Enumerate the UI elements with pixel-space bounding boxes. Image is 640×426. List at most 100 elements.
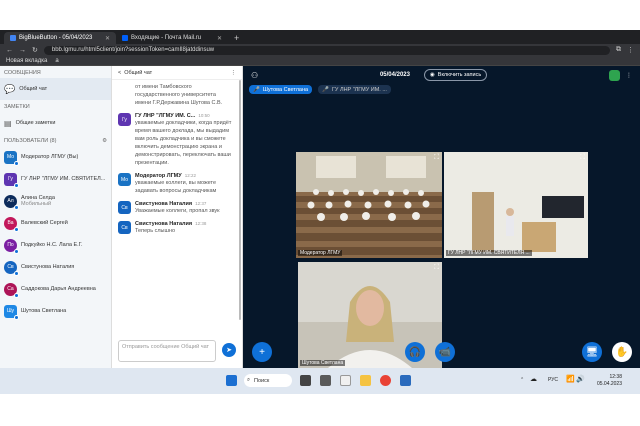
message-text: Уважаемые коллеги, пропал звук bbox=[135, 208, 220, 214]
windows-start-icon[interactable] bbox=[226, 375, 237, 386]
folder-icon[interactable] bbox=[360, 375, 371, 386]
send-button[interactable]: ➤ bbox=[222, 343, 236, 357]
browser-window: BigBlueButton - 05/04/2023 ✕ Входящие - … bbox=[0, 30, 640, 368]
shared-notes-item[interactable]: ▤ Общие заметки bbox=[0, 112, 111, 134]
status-dot-icon bbox=[14, 182, 19, 188]
bookmarks-bar: Новая вкладка a bbox=[0, 56, 640, 66]
app-icon[interactable] bbox=[400, 375, 411, 386]
new-tab-button[interactable]: + bbox=[228, 32, 245, 44]
video-label: ГУ ЛНР "ЛГМУ ИМ. СВЯТИТЕЛЯ ... bbox=[446, 250, 532, 256]
message-text: уважаемые коллеги, вы можете задавать во… bbox=[135, 180, 217, 194]
file-icon[interactable] bbox=[340, 375, 351, 386]
chat-messages: от имени Тамбовского государственного ун… bbox=[112, 80, 238, 336]
wifi-icon[interactable]: 📶 bbox=[566, 375, 575, 383]
talking-chip[interactable]: 🎤 Шутова Светлана bbox=[249, 85, 313, 94]
options-menu-icon[interactable]: ⋮ bbox=[626, 72, 632, 79]
public-chat-item[interactable]: 💬 Общий чат bbox=[0, 78, 111, 100]
user-name: Саддокова Дарья Андреевна bbox=[21, 286, 96, 292]
avatar: Гу bbox=[4, 172, 19, 188]
language-indicator[interactable]: РУС bbox=[548, 377, 558, 383]
microphone-icon: 🎤 bbox=[253, 86, 260, 93]
user-list-toggle-icon[interactable]: ⚇ bbox=[251, 71, 258, 80]
user-list-item[interactable]: Ал Алина Селда Мобильный bbox=[0, 190, 111, 212]
lecture-hall-image bbox=[296, 152, 442, 258]
avatar: Св bbox=[4, 260, 19, 276]
fullscreen-icon[interactable]: ⛶ bbox=[434, 264, 439, 272]
screen-share-button[interactable]: 🖥 bbox=[582, 342, 602, 362]
actions-plus-button[interactable]: + bbox=[252, 342, 272, 362]
chat-bubble-icon: 💬 bbox=[4, 83, 16, 94]
chevron-left-icon[interactable]: < bbox=[118, 70, 121, 76]
avatar: Шу bbox=[4, 304, 19, 320]
chat-message-continuation: от имени Тамбовского государственного ун… bbox=[112, 80, 238, 110]
talking-chip[interactable]: 🎤 ГУ ЛНР "ЛГМУ ИМ. ... bbox=[318, 85, 391, 94]
record-label: Включить запись bbox=[437, 72, 482, 78]
user-list-item[interactable]: Ва Валевский Сергей bbox=[0, 212, 111, 234]
tab-bar: BigBlueButton - 05/04/2023 ✕ Входящие - … bbox=[0, 30, 640, 44]
fullscreen-icon[interactable]: ⛶ bbox=[434, 154, 439, 162]
close-icon[interactable]: ✕ bbox=[217, 35, 222, 42]
video-tile-university[interactable]: ⛶ ГУ ЛНР "ЛГМУ ИМ. СВЯТИТЕЛЯ ... bbox=[444, 152, 588, 258]
chat-panel: < Общий чат ⋮ от имени Тамбовского госуд… bbox=[112, 66, 243, 368]
cloud-icon[interactable]: ☁ bbox=[530, 375, 537, 383]
user-list-item[interactable]: Са Саддокова Дарья Андреевна bbox=[0, 278, 111, 300]
chat-title: Общий чат bbox=[124, 69, 153, 76]
volume-icon[interactable]: 🔊 bbox=[576, 375, 585, 383]
record-button[interactable]: ◉ Включить запись bbox=[423, 69, 488, 81]
message-text: Теперь слышно bbox=[135, 228, 176, 234]
user-subtitle: Мобильный bbox=[21, 201, 52, 207]
taskbar-search[interactable]: ⌕ Поиск bbox=[244, 374, 292, 387]
chrome-icon[interactable] bbox=[380, 375, 391, 386]
chat-scrollbar[interactable] bbox=[239, 80, 241, 320]
user-name-block: Свистунова Наталия bbox=[21, 264, 74, 270]
clock-date: 05.04.2023 bbox=[596, 381, 622, 387]
bookmark-a[interactable]: a bbox=[55, 58, 58, 64]
chat-menu-icon[interactable]: ⋮ bbox=[231, 70, 237, 76]
tab-bigbluebutton[interactable]: BigBlueButton - 05/04/2023 ✕ bbox=[4, 32, 116, 44]
widgets-icon[interactable] bbox=[320, 375, 331, 386]
notes-section-title: ЗАМЕТКИ bbox=[4, 104, 30, 110]
windows-taskbar: ⌕ Поиск ⌃ ☁ РУС 📶 🔊 12:38 05.04.2023 bbox=[0, 368, 640, 394]
users-count-label: ПОЛЬЗОВАТЕЛИ (8) bbox=[4, 138, 57, 144]
tab-title: BigBlueButton - 05/04/2023 bbox=[19, 35, 93, 41]
video-tile-moderator[interactable]: ⛶ Модератор ЛГМУ bbox=[296, 152, 442, 258]
chat-message: Св Свистунова Наталия 12:38 Теперь слышно bbox=[112, 218, 238, 238]
extensions-icon[interactable]: ⧉ bbox=[616, 46, 621, 54]
tray-arrow-icon[interactable]: ⌃ bbox=[520, 377, 524, 383]
forward-icon[interactable]: → bbox=[19, 47, 26, 54]
user-list-item[interactable]: По Подкуйко Н.С. Лала Е.Г. bbox=[0, 234, 111, 256]
avatar: Св bbox=[118, 221, 131, 234]
user-name: ГУ ЛНР "ЛГМУ ИМ. СВЯТИТЕЛ... bbox=[21, 176, 106, 182]
connection-status-icon[interactable] bbox=[609, 69, 620, 81]
user-list-item[interactable]: Мо Модератор ЛГМУ (Вы) bbox=[0, 146, 111, 168]
user-list-panel: СООБЩЕНИЯ 💬 Общий чат ЗАМЕТКИ ▤ Общие за… bbox=[0, 66, 112, 368]
chat-input[interactable]: Отправить сообщение Общий чат bbox=[118, 340, 216, 362]
user-list-item[interactable]: Гу ГУ ЛНР "ЛГМУ ИМ. СВЯТИТЕЛ... bbox=[0, 168, 111, 190]
raise-hand-button[interactable]: ✋ bbox=[612, 342, 632, 362]
avatar: Мо bbox=[118, 173, 131, 186]
tab-mail[interactable]: Входящие - Почта Mail.ru ✕ bbox=[116, 32, 228, 44]
headphones-button[interactable]: 🎧 bbox=[405, 342, 425, 362]
clock[interactable]: 12:38 05.04.2023 bbox=[597, 374, 622, 388]
menu-icon[interactable]: ⋮ bbox=[627, 46, 634, 54]
bbb-favicon-icon bbox=[10, 35, 16, 41]
url-field[interactable]: bbb.lgmu.ru/html5client/join?sessionToke… bbox=[43, 45, 610, 55]
back-icon[interactable]: ← bbox=[6, 47, 13, 54]
message-time: 12:22 bbox=[184, 173, 196, 178]
user-list-item[interactable]: Св Свистунова Наталия bbox=[0, 256, 111, 278]
reload-icon[interactable]: ↻ bbox=[32, 46, 38, 54]
task-view-icon[interactable] bbox=[300, 375, 311, 386]
user-name: Валевский Сергей bbox=[21, 220, 68, 226]
user-list-item[interactable]: Шу Шутова Светлана bbox=[0, 300, 111, 322]
gear-icon[interactable]: ⚙ bbox=[102, 138, 107, 144]
camera-button[interactable]: 📹 bbox=[435, 342, 455, 362]
mail-favicon-icon bbox=[122, 35, 128, 41]
video-label: Модератор ЛГМУ bbox=[298, 250, 343, 256]
avatar: Св bbox=[118, 201, 131, 214]
user-name-block: Саддокова Дарья Андреевна bbox=[21, 286, 96, 292]
bookmark-new-tab[interactable]: Новая вкладка bbox=[6, 58, 47, 64]
status-dot-icon bbox=[14, 160, 19, 166]
close-icon[interactable]: ✕ bbox=[105, 35, 110, 42]
user-name-block: ГУ ЛНР "ЛГМУ ИМ. СВЯТИТЕЛ... bbox=[21, 176, 105, 182]
fullscreen-icon[interactable]: ⛶ bbox=[580, 154, 585, 162]
